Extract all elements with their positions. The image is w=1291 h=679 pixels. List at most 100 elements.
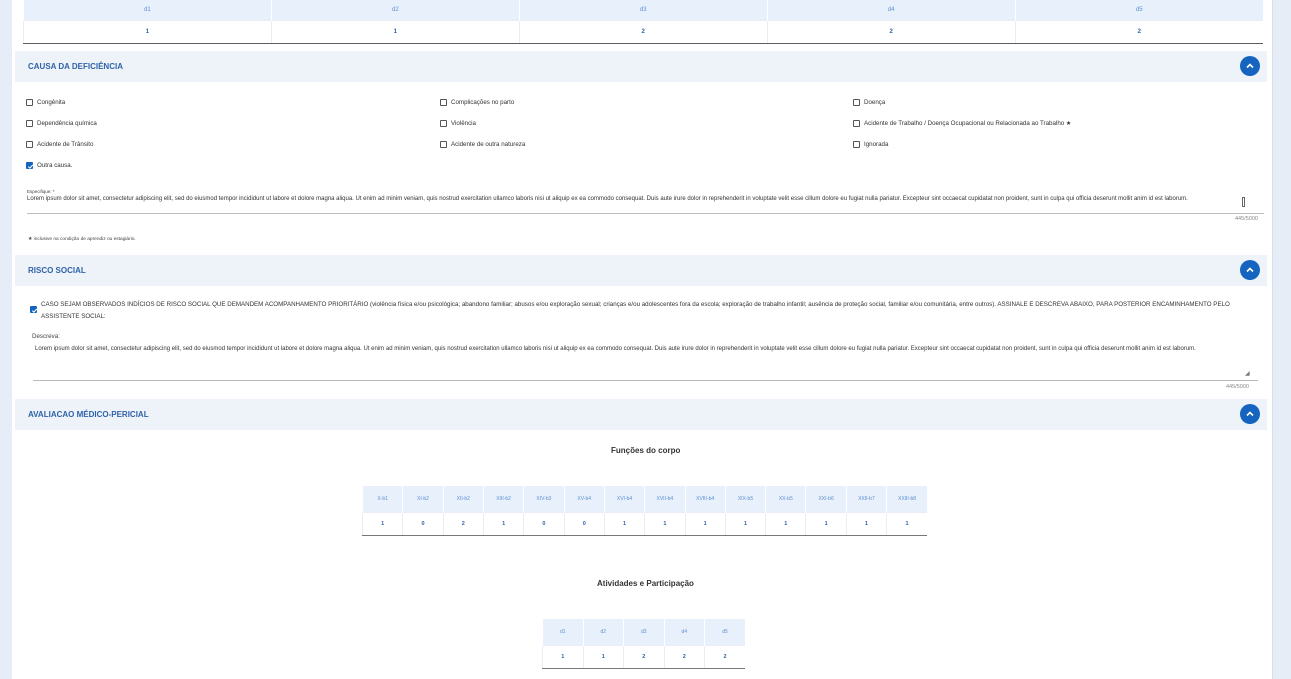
- column-header: XIX-b5: [724, 486, 766, 513]
- column-header: d1: [542, 619, 583, 646]
- table-cell: 2: [1014, 20, 1263, 44]
- checkbox-acidente-transito[interactable]: Acidente de Trânsito: [26, 141, 93, 148]
- checkbox-doenca[interactable]: Doença: [853, 99, 885, 106]
- checkbox-label: Violência: [451, 120, 476, 127]
- table-cell: 1: [724, 512, 766, 536]
- table-cell: 1: [482, 512, 524, 536]
- table-cell: 1: [805, 512, 847, 536]
- column-header: XI-b2: [402, 486, 444, 513]
- form-card: d1 d2 d3 d4 d5 1 1 2 2 2 CAUSA DA DEFICI…: [12, 0, 1272, 679]
- checkbox-box[interactable]: [440, 99, 447, 106]
- check-icon: [31, 308, 38, 313]
- descreva-textarea[interactable]: Lorem ipsum dolor sit amet, consectetur …: [35, 346, 1247, 353]
- risco-section-header[interactable]: RISCO SOCIAL: [15, 255, 1267, 286]
- right-scroll-area[interactable]: [1272, 0, 1291, 679]
- atividades-table: d1 d2 d3 d4 d5 11222: [542, 619, 745, 669]
- scrollbar-thumb[interactable]: [1242, 197, 1245, 207]
- table-cell: 2: [663, 645, 705, 669]
- table-cell: 1: [603, 512, 645, 536]
- table-cell: 0: [563, 512, 605, 536]
- especifique-label: Especifique: *: [27, 189, 55, 194]
- column-header: X-b1: [361, 486, 403, 513]
- especifique-textarea[interactable]: Lorem ipsum dolor sit amet, consectetur …: [27, 196, 1237, 203]
- table-cell: 0: [523, 512, 565, 536]
- char-counter: 445/5000: [1226, 384, 1249, 390]
- top-activities-table: d1 d2 d3 d4 d5 1 1 2 2 2: [23, 0, 1263, 44]
- checkbox-box[interactable]: [853, 120, 860, 127]
- table-cell: 1: [644, 512, 685, 536]
- char-counter: 445/5000: [1235, 216, 1258, 222]
- table-cell: 1: [270, 20, 520, 44]
- column-header: XXII-b7: [845, 486, 887, 513]
- left-sidebar: [0, 0, 12, 679]
- checkbox-dependencia-quimica[interactable]: Dependência química: [26, 120, 97, 127]
- column-header: XVII-b4: [644, 486, 685, 513]
- avaliacao-section-header[interactable]: AVALIACAO MÉDICO-PERICIAL: [15, 399, 1267, 430]
- table-cell: 1: [23, 20, 272, 44]
- checkbox-acidente-outra-natureza[interactable]: Acidente de outra natureza: [440, 141, 525, 148]
- textarea-underline: [27, 213, 1264, 214]
- column-header: d4: [663, 619, 705, 646]
- collapse-toggle-button[interactable]: [1240, 56, 1260, 76]
- checkbox-ignorada[interactable]: Ignorada: [853, 141, 888, 148]
- funcoes-title: Funções do corpo: [611, 446, 681, 455]
- checkbox-box[interactable]: [853, 141, 860, 148]
- chevron-up-icon: [1246, 267, 1254, 273]
- checkbox-box[interactable]: [26, 99, 33, 106]
- chevron-up-icon: [1246, 63, 1254, 69]
- resize-handle-icon[interactable]: ◢: [1245, 370, 1250, 377]
- chevron-up-icon: [1246, 411, 1254, 417]
- table-cell: 2: [704, 645, 745, 669]
- column-header: XXI-b6: [805, 486, 847, 513]
- checkbox-label: Acidente de Trabalho / Doença Ocupaciona…: [864, 120, 1072, 127]
- table-cell: 2: [442, 512, 484, 536]
- table-cell: 1: [361, 512, 403, 536]
- checkbox-box[interactable]: [440, 120, 447, 127]
- table-cell: 0: [402, 512, 444, 536]
- table-cell: 1: [684, 512, 726, 536]
- checkbox-label: Acidente de Trânsito: [37, 141, 94, 148]
- table-cell: 1: [765, 512, 806, 536]
- table-cell: 1: [886, 512, 927, 536]
- checkbox-complicacoes-parto[interactable]: Complicações no parto: [440, 99, 514, 106]
- column-header: XVI-b4: [603, 486, 645, 513]
- checkbox-violencia[interactable]: Violência: [440, 120, 476, 127]
- textarea-underline: [33, 380, 1258, 381]
- checkbox-outra-causa[interactable]: Outra causa.: [26, 162, 72, 169]
- causa-section-header[interactable]: CAUSA DA DEFICIÊNCIA: [15, 51, 1267, 82]
- checkbox-congenita[interactable]: Congênita: [26, 99, 65, 106]
- checkbox-box[interactable]: [26, 162, 34, 169]
- table-cell: 2: [623, 645, 664, 669]
- risco-checkbox[interactable]: [30, 306, 38, 313]
- descreva-label: Descreva:: [32, 333, 60, 340]
- checkbox-box[interactable]: [26, 120, 33, 127]
- checkbox-label: Outra causa.: [37, 162, 73, 169]
- checkbox-box[interactable]: [440, 141, 447, 148]
- funcoes-table: X-b1 XI-b2 XII-b2 XIII-b2 XIV-b3 XV-b4 XVI-b4 X…: [361, 486, 927, 536]
- checkbox-box[interactable]: [26, 141, 33, 148]
- table-row: 11222: [542, 645, 745, 669]
- risco-checkbox-label: CASO SEJAM OBSERVADOS INDÍCIOS DE RISCO …: [41, 301, 1230, 320]
- table-cell: 2: [766, 20, 1016, 44]
- column-header: d5: [704, 619, 745, 646]
- collapse-toggle-button[interactable]: [1240, 404, 1260, 424]
- column-header: XIV-b3: [523, 486, 565, 513]
- checkbox-acidente-trabalho[interactable]: Acidente de Trabalho / Doença Ocupaciona…: [853, 120, 1071, 127]
- checkbox-label: Acidente de outra natureza: [451, 141, 526, 148]
- table-row: 1 1 2 2 2: [23, 20, 1263, 44]
- check-icon: [27, 164, 34, 169]
- column-header: XVIII-b4: [684, 486, 726, 513]
- collapse-toggle-button[interactable]: [1240, 260, 1260, 280]
- checkbox-box[interactable]: [853, 99, 860, 106]
- section-title: RISCO SOCIAL: [28, 266, 86, 275]
- section-title: CAUSA DA DEFICIÊNCIA: [28, 62, 123, 71]
- table-cell: 1: [845, 512, 887, 536]
- column-header: d5: [1014, 0, 1263, 21]
- column-header: XIII-b2: [482, 486, 524, 513]
- table-row: 10210011111111: [361, 512, 927, 536]
- table-cell: 1: [582, 645, 624, 669]
- checkbox-label: Congênita: [37, 99, 66, 106]
- column-header: d1: [23, 0, 272, 21]
- column-header: d3: [518, 0, 768, 21]
- column-header: XX-b5: [765, 486, 806, 513]
